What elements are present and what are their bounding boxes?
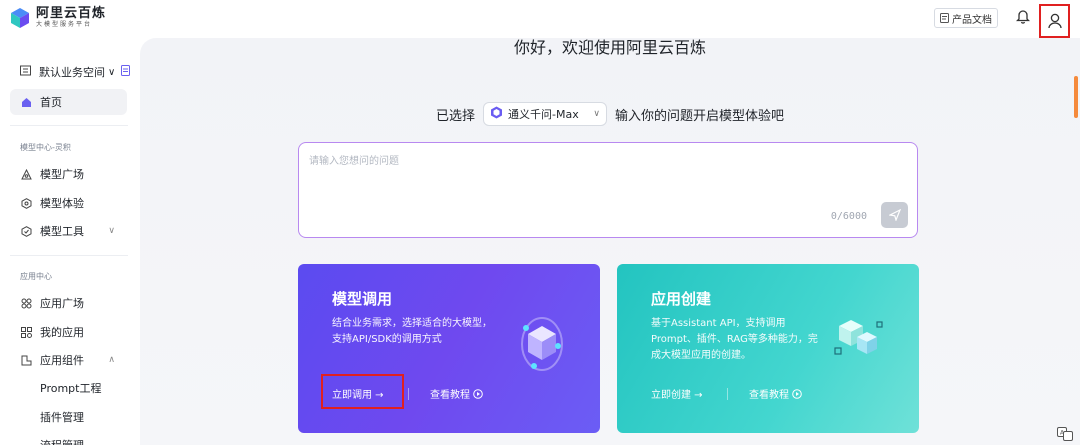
sidebar-label-app-components: 应用组件 [40,354,84,367]
sidebar-label-my-apps: 我的应用 [40,326,84,339]
blocks-illustration-icon [833,314,885,367]
chevron-up-icon: ∧ [108,355,115,365]
sidebar-item-prompt[interactable]: Prompt工程 [40,380,101,396]
bell-icon[interactable] [1015,8,1031,27]
logo[interactable]: 阿里云百炼 大模型服务平台 [9,6,106,29]
user-icon [1047,13,1062,29]
chevron-down-icon: ∨ [108,226,115,236]
logo-title: 阿里云百炼 [36,6,107,21]
char-counter: 0/6000 [830,211,867,222]
sidebar-label-model-square: 模型广场 [40,168,84,181]
selected-suffix: 输入你的问题开启模型体验吧 [615,108,785,124]
sidebar-label-model-experience: 模型体验 [40,197,84,210]
sidebar-item-model-experience[interactable]: 模型体验 [10,190,127,216]
translate-icon[interactable]: A [1057,427,1073,444]
user-menu[interactable] [1039,4,1070,38]
divider [10,255,128,256]
logo-icon [9,7,31,29]
view-tutorial-link[interactable]: 查看教程 [430,386,483,401]
sidebar-item-model-square[interactable]: 模型广场 [10,161,127,187]
product-docs-label: 产品文档 [952,14,992,26]
sidebar-label-app-square: 应用广场 [40,297,84,310]
highlight-box [321,374,404,409]
view-tutorial-link[interactable]: 查看教程 [749,386,802,401]
document-icon [940,13,949,23]
card-title: 应用创建 [651,290,712,308]
workspace-selector[interactable]: 默认业务空间 ∨ [20,64,131,80]
card-description: 结合业务需求，选择适合的大模型，支持API/SDK的调用方式 [332,318,492,345]
scrollbar-thumb[interactable] [1074,76,1078,118]
send-icon [888,209,901,221]
logo-subtitle: 大模型服务平台 [36,21,93,28]
triangle-icon [20,168,32,180]
grid-icon [20,297,32,309]
model-invoke-card: 模型调用 结合业务需求，选择适合的大模型，支持API/SDK的调用方式 立即调用… [298,264,600,433]
model-select-value: 通义千问-Max [508,108,579,121]
app-create-card: 应用创建 基于Assistant API，支持调用Prompt、插件、RAG等多… [617,264,919,433]
hexagon-tool-icon [20,225,32,237]
model-select-row: 已选择 通义千问-Max ∨ 输入你的问题开启模型体验吧 [140,102,1080,126]
group-label-model: 模型中心-灵积 [20,143,71,152]
group-label-app: 应用中心 [20,272,52,281]
apps-icon [20,326,32,338]
sidebar-item-model-tools[interactable]: 模型工具 ∨ [10,218,127,244]
card-description: 基于Assistant API，支持调用Prompt、插件、RAG等多种能力，完… [651,318,818,361]
cube-illustration-icon [518,314,566,377]
play-circle-icon [473,388,483,399]
selected-prefix: 已选择 [435,108,475,124]
product-docs-button[interactable]: 产品文档 [934,8,998,28]
model-select[interactable]: 通义千问-Max ∨ [483,102,607,126]
question-input[interactable] [299,143,917,203]
chevron-down-icon: ∨ [593,109,600,119]
workspace-name: 默认业务空间 [39,66,105,79]
home-icon [20,96,32,108]
chevron-down-icon: ∨ [108,66,116,78]
sidebar-label-home: 首页 [40,96,62,109]
card-title: 模型调用 [332,290,393,308]
workspace-icon [20,65,31,79]
sidebar-item-plugins[interactable]: 插件管理 [40,409,84,425]
play-circle-icon [792,388,802,399]
view-tutorial-label: 查看教程 [430,390,470,401]
create-now-button[interactable]: 立即创建 → [651,386,703,401]
qwen-logo-icon [490,106,503,122]
view-tutorial-label: 查看教程 [749,390,789,401]
component-icon [20,354,32,366]
sidebar-item-home[interactable]: 首页 [10,89,127,115]
sidebar: 默认业务空间 ∨ 首页 模型中心-灵积 模型广场 模型体验 模型工具 ∨ 应用中… [0,38,140,445]
sidebar-item-my-apps[interactable]: 我的应用 [10,319,127,345]
divider [10,125,128,126]
top-bar: 阿里云百炼 大模型服务平台 产品文档 [0,0,1080,38]
divider [727,388,728,400]
sidebar-label-model-tools: 模型工具 [40,225,84,238]
welcome-title: 你好，欢迎使用阿里云百炼 [513,38,706,57]
divider [408,388,409,400]
sidebar-item-app-square[interactable]: 应用广场 [10,290,127,316]
hexagon-icon [20,197,32,209]
question-input-box: 0/6000 [298,142,918,238]
sidebar-item-app-components[interactable]: 应用组件 ∧ [10,347,127,373]
send-button[interactable] [881,202,908,228]
sidebar-item-flows[interactable]: 流程管理 [40,437,84,445]
copy-icon[interactable] [121,65,131,79]
main-content: 你好，欢迎使用阿里云百炼 已选择 通义千问-Max ∨ 输入你的问题开启模型体验… [140,38,1080,445]
